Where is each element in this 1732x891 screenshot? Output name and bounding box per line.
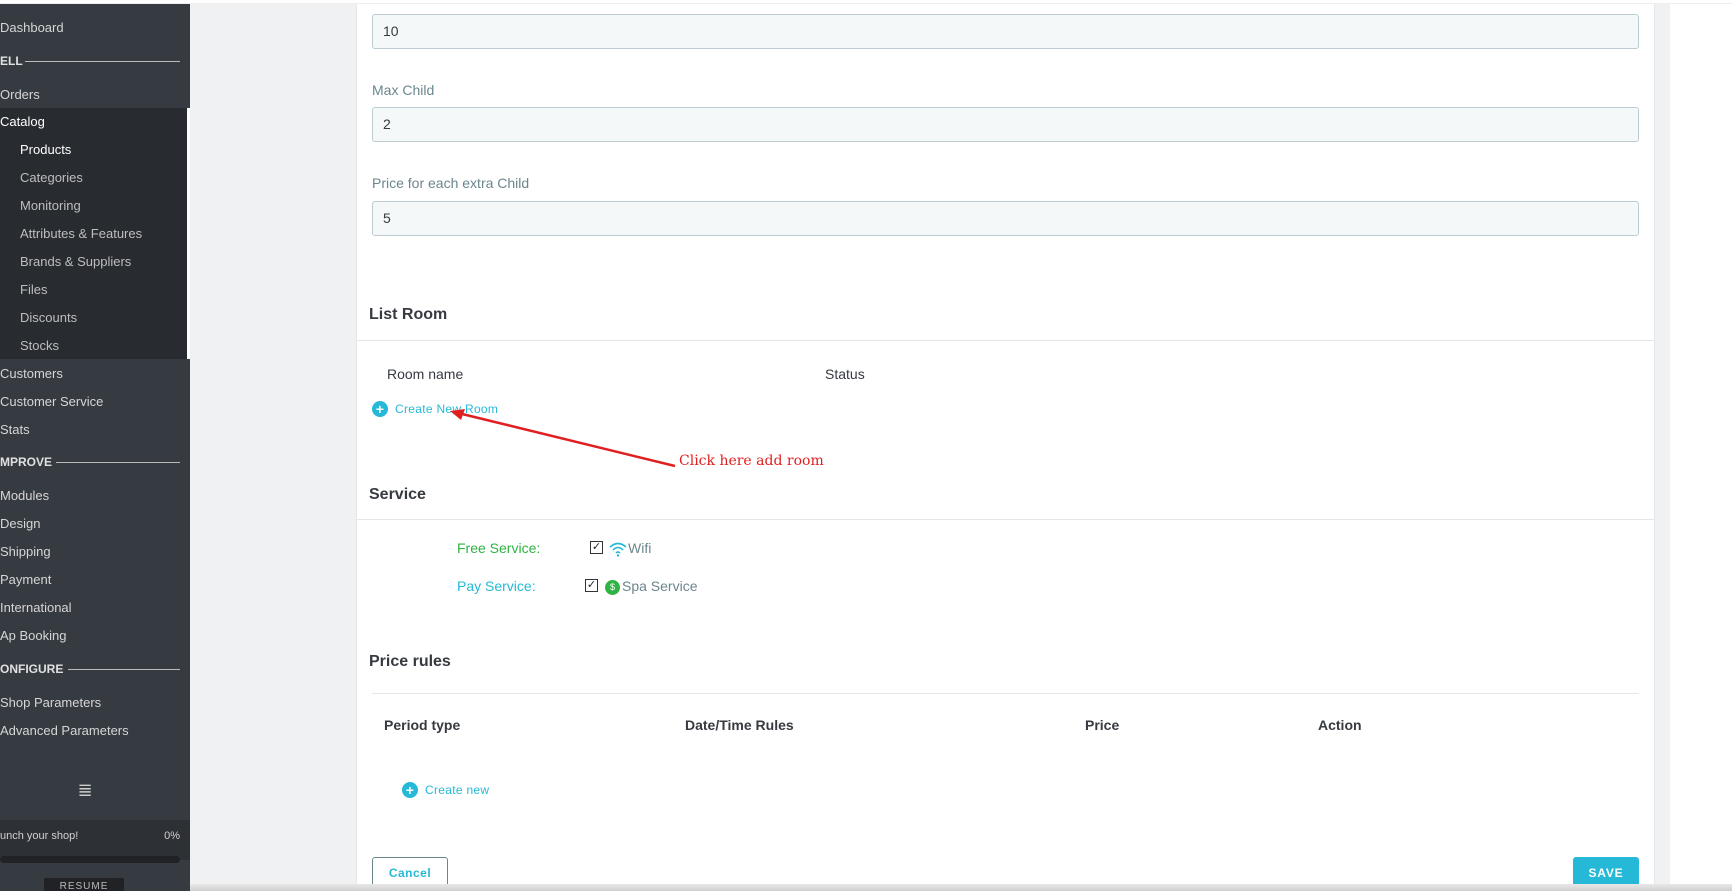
- sidebar-item-international[interactable]: International: [0, 594, 72, 622]
- max-adult-input[interactable]: 10: [372, 14, 1639, 49]
- spa-checkbox[interactable]: ✓: [585, 579, 598, 592]
- plus-circle-icon: +: [372, 401, 388, 417]
- status-header: Status: [825, 366, 865, 382]
- wifi-checkbox[interactable]: ✓: [590, 541, 603, 554]
- section-divider: [68, 669, 180, 670]
- sidebar-item-shipping[interactable]: Shipping: [0, 538, 51, 566]
- sidebar-section-improve: MPROVE: [0, 455, 53, 469]
- date-time-rules-header: Date/Time Rules: [685, 717, 794, 733]
- sidebar-section-configure: ONFIGURE: [0, 662, 64, 676]
- list-room-title: List Room: [369, 306, 448, 323]
- section-divider: [56, 462, 180, 463]
- sidebar-item-customers[interactable]: Customers: [0, 360, 63, 388]
- annotation-text: Click here add room: [679, 453, 824, 469]
- sidebar-item-orders[interactable]: Orders: [0, 81, 40, 109]
- launch-shop-percent: 0%: [164, 830, 180, 842]
- price-header: Price: [1085, 717, 1120, 733]
- price-rules-title: Price rules: [369, 653, 451, 670]
- section-divider: [356, 519, 1655, 520]
- create-new-room-label: Create New Room: [395, 402, 499, 416]
- spa-service-label: Spa Service: [622, 578, 698, 594]
- pay-service-label: Pay Service:: [457, 578, 536, 594]
- sidebar-item-discounts[interactable]: Discounts: [0, 304, 77, 332]
- sidebar-item-brands[interactable]: Brands & Suppliers: [0, 248, 131, 276]
- app-root: Dashboard ELL Orders Catalog Products Ca…: [0, 0, 1732, 891]
- max-child-label: Max Child: [372, 82, 435, 98]
- sidebar-item-advanced-parameters[interactable]: Advanced Parameters: [0, 717, 129, 745]
- sidebar-item-customer-service[interactable]: Customer Service: [0, 388, 103, 416]
- sidebar-item-payment[interactable]: Payment: [0, 566, 51, 594]
- sidebar-item-files[interactable]: Files: [0, 276, 47, 304]
- sidebar-item-categories[interactable]: Categories: [0, 164, 83, 192]
- sidebar-item-ap-booking[interactable]: Ap Booking: [0, 622, 67, 650]
- create-new-room-button[interactable]: + Create New Room: [372, 401, 498, 417]
- sidebar-section-sell: ELL: [0, 54, 23, 68]
- max-child-input[interactable]: 2: [372, 107, 1639, 142]
- sidebar-item-stats[interactable]: Stats: [0, 416, 30, 444]
- period-type-header: Period type: [384, 717, 461, 733]
- resume-button[interactable]: RESUME: [44, 878, 124, 891]
- sidebar-item-dashboard[interactable]: Dashboard: [0, 14, 64, 42]
- wifi-icon: [609, 542, 627, 557]
- sidebar-item-products[interactable]: Products: [0, 136, 71, 164]
- sidebar-item-modules[interactable]: Modules: [0, 482, 49, 510]
- section-divider: [25, 61, 180, 62]
- launch-shop-text: unch your shop!: [0, 830, 79, 842]
- sidebar-item-attributes[interactable]: Attributes & Features: [0, 220, 142, 248]
- sidebar-item-monitoring[interactable]: Monitoring: [0, 192, 81, 220]
- action-header: Action: [1318, 717, 1362, 733]
- sidebar-item-shop-parameters[interactable]: Shop Parameters: [0, 689, 101, 717]
- extra-child-price-label: Price for each extra Child: [372, 175, 530, 191]
- sidebar-item-stocks[interactable]: Stocks: [0, 332, 59, 360]
- menu-collapse-icon[interactable]: ≣: [77, 780, 93, 801]
- wifi-label: Wifi: [628, 540, 652, 556]
- extra-child-price-input[interactable]: 5: [372, 201, 1639, 236]
- room-name-header: Room name: [387, 366, 464, 382]
- plus-circle-icon: +: [402, 782, 418, 798]
- right-margin: [1670, 4, 1732, 891]
- launch-shop-row[interactable]: unch your shop! 0%: [0, 820, 190, 860]
- sidebar-item-catalog[interactable]: Catalog: [0, 108, 45, 136]
- launch-progress-bar: [0, 856, 180, 863]
- create-new-label: Create new: [425, 783, 490, 797]
- sidebar-item-design[interactable]: Design: [0, 510, 40, 538]
- sidebar: Dashboard ELL Orders Catalog Products Ca…: [0, 4, 190, 891]
- section-divider: [372, 693, 1639, 694]
- free-service-label: Free Service:: [457, 540, 541, 556]
- service-title: Service: [369, 486, 426, 503]
- bottom-shadow: [190, 884, 1732, 891]
- spa-icon: $: [605, 580, 620, 595]
- section-divider: [356, 340, 1655, 341]
- create-new-price-rule-button[interactable]: + Create new: [402, 782, 489, 798]
